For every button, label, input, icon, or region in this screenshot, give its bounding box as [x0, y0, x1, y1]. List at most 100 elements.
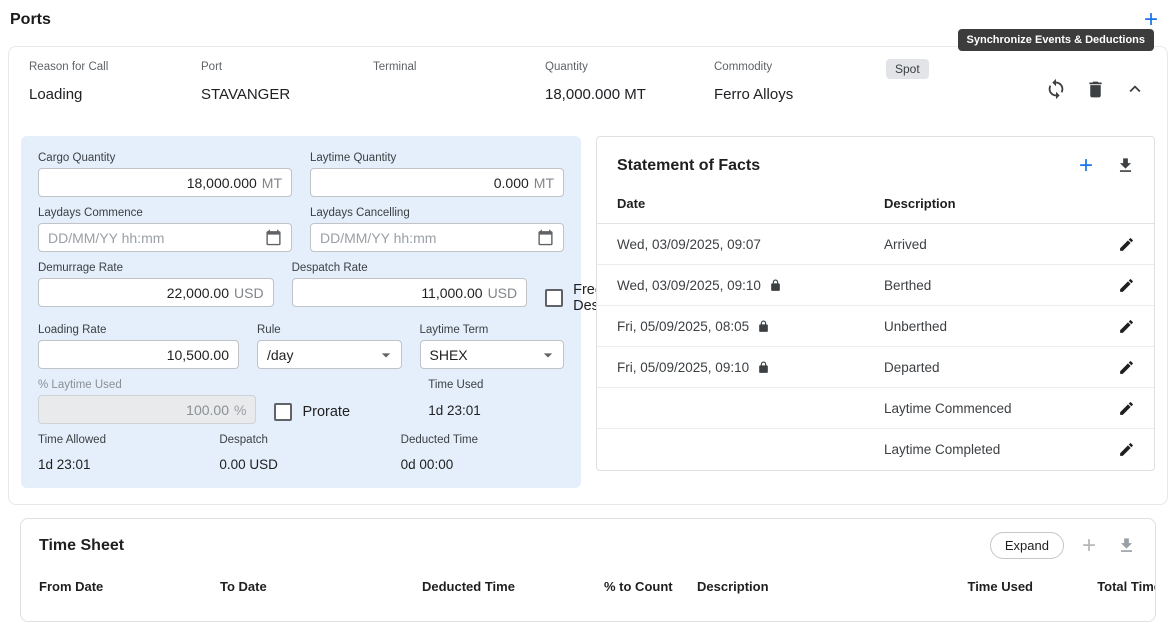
- despatch-rate-input[interactable]: [302, 285, 483, 301]
- edit-event-button[interactable]: [1115, 233, 1138, 256]
- despatch-value: 0.00 USD: [219, 457, 382, 472]
- laytime-quantity-unit: MT: [534, 175, 554, 191]
- ts-col-total-time: Total Time: [1033, 579, 1156, 594]
- download-icon: [1117, 536, 1136, 555]
- edit-event-button[interactable]: [1115, 397, 1138, 420]
- laydays-commence-field: Laydays Commence: [38, 207, 292, 252]
- loading-rate-label: Loading Rate: [38, 324, 239, 336]
- page-title: Ports: [10, 11, 51, 29]
- synchronize-button[interactable]: [1042, 75, 1070, 103]
- ts-col-description: Description: [697, 579, 883, 594]
- laytime-quantity-field: Laytime Quantity MT: [310, 152, 564, 197]
- chevron-up-icon: [1124, 78, 1146, 100]
- time-sheet-header-row: From Date To Date Deducted Time % to Cou…: [21, 563, 1155, 602]
- demurrage-rate-label: Demurrage Rate: [38, 262, 274, 274]
- port-header-actions: [1042, 75, 1149, 103]
- sof-description: Arrived: [884, 237, 1104, 252]
- add-timesheet-row-button[interactable]: +: [1080, 534, 1098, 558]
- sof-description: Laytime Completed: [884, 442, 1104, 457]
- port-card: Reason for Call Loading Port STAVANGER T…: [8, 46, 1168, 505]
- quantity-value: 18,000.000 MT: [545, 86, 714, 104]
- port-field: Port STAVANGER: [201, 61, 373, 104]
- laytime-quantity-label: Laytime Quantity: [310, 152, 564, 164]
- sof-row: Fri, 05/09/2025, 09:10 Departed: [597, 347, 1154, 388]
- edit-event-button[interactable]: [1115, 438, 1138, 461]
- sof-col-description: Description: [884, 196, 1104, 211]
- sof-description: Unberthed: [884, 319, 1104, 334]
- laytime-term-field: Laytime Term SHEX: [420, 324, 565, 369]
- sof-date: Wed, 03/09/2025, 09:10: [617, 278, 761, 293]
- edit-event-button[interactable]: [1115, 274, 1138, 297]
- pct-laytime-used-label: % Laytime Used: [38, 379, 256, 391]
- port-header-row: Reason for Call Loading Port STAVANGER T…: [21, 59, 1155, 104]
- sof-row: Laytime Commenced: [597, 388, 1154, 429]
- expand-button[interactable]: Expand: [990, 532, 1064, 559]
- pencil-icon: [1118, 236, 1135, 253]
- sof-date: Wed, 03/09/2025, 09:07: [617, 237, 761, 252]
- laytime-quantity-input[interactable]: [320, 175, 529, 191]
- sof-description: Berthed: [884, 278, 1104, 293]
- despatch-rate-unit: USD: [488, 285, 518, 301]
- trash-icon: [1085, 79, 1106, 100]
- rule-value: /day: [267, 347, 376, 363]
- laytime-term-label: Laytime Term: [420, 324, 565, 336]
- pct-laytime-used-unit: %: [234, 402, 246, 418]
- reason-for-call-value: Loading: [29, 86, 201, 104]
- time-used-field: Time Used 1d 23:01: [428, 379, 564, 424]
- calendar-icon[interactable]: [537, 229, 554, 246]
- laytime-term-select[interactable]: SHEX: [420, 340, 565, 369]
- edit-event-button[interactable]: [1115, 315, 1138, 338]
- laydays-cancelling-input[interactable]: [320, 230, 537, 246]
- edit-event-button[interactable]: [1115, 356, 1138, 379]
- pencil-icon: [1118, 441, 1135, 458]
- terminal-value: [373, 86, 545, 104]
- cargo-quantity-field: Cargo Quantity MT: [38, 152, 292, 197]
- ts-col-from-date: From Date: [39, 579, 220, 594]
- laydays-commence-label: Laydays Commence: [38, 207, 292, 219]
- terminal-label: Terminal: [373, 61, 545, 73]
- delete-port-button[interactable]: [1082, 76, 1109, 103]
- cargo-quantity-input[interactable]: [48, 175, 257, 191]
- download-sof-button[interactable]: [1113, 153, 1138, 178]
- download-timesheet-button[interactable]: [1114, 533, 1139, 558]
- chevron-down-icon: [538, 345, 558, 365]
- sof-date: Fri, 05/09/2025, 09:10: [617, 360, 749, 375]
- reason-for-call-label: Reason for Call: [29, 61, 201, 73]
- loading-rate-input[interactable]: [48, 347, 229, 363]
- sof-description: Departed: [884, 360, 1104, 375]
- pencil-icon: [1118, 359, 1135, 376]
- calendar-icon[interactable]: [265, 229, 282, 246]
- collapse-port-button[interactable]: [1121, 75, 1149, 103]
- time-used-label: Time Used: [428, 379, 564, 391]
- time-sheet-title: Time Sheet: [39, 537, 124, 555]
- download-icon: [1116, 156, 1135, 175]
- cargo-quantity-label: Cargo Quantity: [38, 152, 292, 164]
- sof-description: Laytime Commenced: [884, 401, 1104, 416]
- loading-rate-field: Loading Rate: [38, 324, 239, 369]
- laydays-cancelling-field: Laydays Cancelling: [310, 207, 564, 252]
- laydays-commence-input[interactable]: [48, 230, 265, 246]
- reason-for-call-field: Reason for Call Loading: [29, 61, 201, 104]
- despatch-field: Despatch 0.00 USD: [219, 434, 382, 472]
- rule-label: Rule: [257, 324, 402, 336]
- rule-select[interactable]: /day: [257, 340, 402, 369]
- commodity-value: Ferro Alloys: [714, 86, 886, 104]
- prorate-label: Prorate: [302, 404, 350, 420]
- sof-date: Fri, 05/09/2025, 08:05: [617, 319, 749, 334]
- pct-laytime-used-input: [48, 402, 229, 418]
- laytime-term-value: SHEX: [430, 347, 539, 363]
- lock-icon: [757, 320, 770, 333]
- ts-col-pct-to-count: % to Count: [604, 579, 697, 594]
- commodity-field: Commodity Ferro Alloys: [714, 61, 886, 104]
- quantity-label: Quantity: [545, 61, 714, 73]
- statement-of-facts-panel: Statement of Facts + Date Description We…: [596, 136, 1155, 471]
- free-despatch-checkbox[interactable]: [545, 289, 563, 307]
- commodity-label: Commodity: [714, 61, 886, 73]
- demurrage-rate-input[interactable]: [48, 285, 229, 301]
- prorate-checkbox[interactable]: [274, 403, 292, 421]
- despatch-rate-label: Despatch Rate: [292, 262, 528, 274]
- time-allowed-field: Time Allowed 1d 23:01: [38, 434, 201, 472]
- add-sof-event-button[interactable]: +: [1077, 154, 1095, 178]
- sync-tooltip: Synchronize Events & Deductions: [958, 29, 1154, 51]
- deducted-time-label: Deducted Time: [401, 434, 564, 446]
